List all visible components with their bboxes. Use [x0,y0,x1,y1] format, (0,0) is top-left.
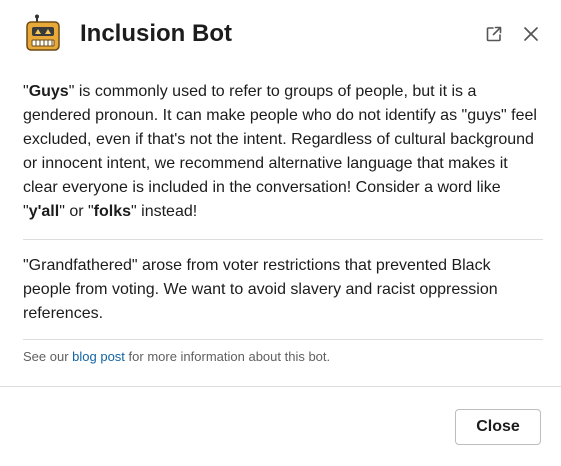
footnote: See our blog post for more information a… [23,348,543,366]
robot-icon [23,14,63,54]
close-icon-button[interactable] [519,22,543,46]
divider [23,239,543,240]
highlighted-term: Guys [28,83,69,100]
guys-explanation: "Guys" is commonly used to refer to grou… [23,80,543,224]
footnote-prefix: See our [23,349,73,364]
grandfathered-explanation: "Grandfathered" arose from voter restric… [23,257,498,322]
text-segment: " or " [59,203,94,220]
text-segment: " is commonly used to refer to groups of… [23,83,537,220]
footer-divider [0,386,561,387]
suggested-term: folks [93,203,132,220]
close-icon [524,27,538,41]
suggested-term: y'all [28,203,60,220]
blog-post-link[interactable]: blog post [72,349,125,364]
divider [23,339,543,340]
footnote-suffix: for more information about this bot. [124,349,331,364]
inclusion-bot-modal: Inclusion Bot "Guys" is commonly used to… [0,0,561,466]
external-link-icon [486,26,502,42]
modal-header: Inclusion Bot [0,0,561,70]
close-button[interactable]: Close [455,409,541,445]
open-in-new-button[interactable] [482,22,506,46]
modal-title: Inclusion Bot [80,20,232,47]
text-segment: " instead! [131,203,198,220]
